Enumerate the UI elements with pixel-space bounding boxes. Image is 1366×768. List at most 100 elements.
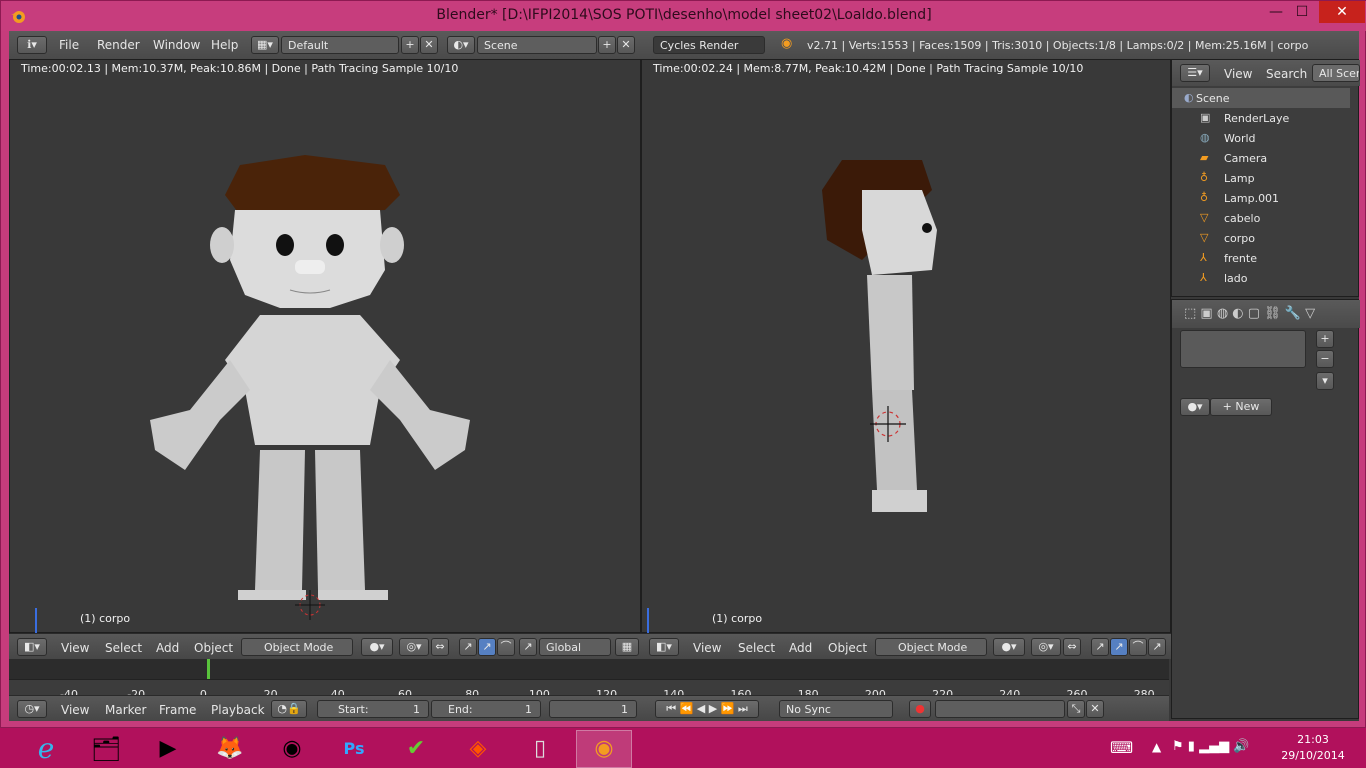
current-frame-field[interactable]: 1	[549, 700, 637, 718]
pivot-button-right[interactable]: ◎▾	[1031, 638, 1061, 656]
keyframe-insert-icon[interactable]: ⤡	[1067, 700, 1085, 718]
translate-icon-left[interactable]: ↗	[459, 638, 477, 656]
menu-object-left[interactable]: Object	[194, 641, 233, 655]
colorful-app-icon[interactable]: ◈	[454, 732, 502, 766]
record-icon[interactable]: ●	[909, 700, 931, 718]
keyframe-delete-icon[interactable]: ✕	[1086, 700, 1104, 718]
close-button[interactable]: ✕	[1319, 1, 1365, 23]
outliner-menu-search[interactable]: Search	[1266, 67, 1307, 81]
timeline-strip[interactable]	[9, 659, 1169, 679]
menu-view-timeline[interactable]: View	[61, 703, 89, 717]
menu-add-right[interactable]: Add	[789, 641, 812, 655]
manipulator-icon-right[interactable]: ⇔	[1063, 638, 1081, 656]
pivot-button-left[interactable]: ◎▾	[399, 638, 429, 656]
remove-slot-icon[interactable]: −	[1316, 350, 1334, 368]
info-editor-type-button[interactable]: ℹ▾	[17, 36, 47, 54]
menu-select-right[interactable]: Select	[738, 641, 775, 655]
keyboard-icon[interactable]: ⌨	[1110, 738, 1133, 757]
viewport-front[interactable]: Time:00:02.13 | Mem:10.37M, Peak:10.86M …	[9, 59, 641, 635]
outliner-item-corpo[interactable]: ▽ corpo	[1172, 228, 1350, 248]
add-slot-icon[interactable]: +	[1316, 330, 1334, 348]
layout-field[interactable]: Default	[281, 36, 399, 54]
slot-menu-icon[interactable]: ▾	[1316, 372, 1334, 390]
material-browse-icon[interactable]: ●▾	[1180, 398, 1210, 416]
outliner-item-lamp001[interactable]: ♁ Lamp.001	[1172, 188, 1350, 208]
menu-file[interactable]: File	[59, 38, 79, 52]
menu-frame[interactable]: Frame	[159, 703, 196, 717]
check-app-icon[interactable]: ✔	[392, 732, 440, 766]
menu-add-left[interactable]: Add	[156, 641, 179, 655]
editor-type-button-timeline[interactable]: ◷▾	[17, 700, 47, 718]
editor-type-button-right[interactable]: ◧▾	[649, 638, 679, 656]
properties-tabs-icons[interactable]: ⬚ ▣ ◍ ◐ ▢ ⛓ 🔧 ▽	[1184, 306, 1315, 321]
menu-select-left[interactable]: Select	[105, 641, 142, 655]
menu-marker[interactable]: Marker	[105, 703, 146, 717]
maximize-button[interactable]: ☐	[1287, 1, 1317, 23]
material-slot-list[interactable]	[1180, 330, 1306, 368]
end-frame-field[interactable]: End: 1	[431, 700, 541, 718]
outliner-editor-type-button[interactable]: ☰▾	[1180, 64, 1210, 82]
outliner-menu-view[interactable]: View	[1224, 67, 1252, 81]
ie-icon[interactable]: ℯ	[22, 732, 70, 766]
tray-icons[interactable]: ⚑ ▮ ▂▄▆ 🔊	[1172, 739, 1249, 754]
3d-cursor-icon[interactable]	[870, 406, 906, 442]
layers-icon-left[interactable]: ▦	[615, 638, 639, 656]
menu-playback[interactable]: Playback	[211, 703, 265, 717]
add-layout-icon[interactable]: +	[401, 36, 419, 54]
mode-select-left[interactable]: Object Mode	[241, 638, 353, 656]
translate-icon-right[interactable]: ↗	[1091, 638, 1109, 656]
outliner-item-scene[interactable]: ◐ Scene	[1172, 88, 1350, 108]
scene-icon[interactable]: ◐▾	[447, 36, 475, 54]
rotate-icon-right[interactable]: ↗	[1110, 638, 1128, 656]
outliner-filter-select[interactable]: All Scen	[1312, 64, 1360, 82]
photoshop-icon[interactable]: Ps	[330, 732, 378, 766]
outliner-item-lado[interactable]: ⅄ lado	[1172, 268, 1350, 284]
file-explorer-icon[interactable]: 🗂	[82, 732, 130, 766]
outliner-item-camera[interactable]: ▰ Camera	[1172, 148, 1350, 168]
mode-select-right[interactable]: Object Mode	[875, 638, 987, 656]
render-engine-select[interactable]: Cycles Render	[653, 36, 765, 54]
snap-icon-right[interactable]: ↗	[1148, 638, 1166, 656]
chrome-icon[interactable]: ◉	[268, 732, 316, 766]
menu-window[interactable]: Window	[153, 38, 200, 52]
tray-chevron-icon[interactable]: ▲	[1152, 740, 1161, 754]
scene-field[interactable]: Scene	[477, 36, 597, 54]
sync-select[interactable]: No Sync	[779, 700, 893, 718]
viewport-side[interactable]: Time:00:02.24 | Mem:8.77M, Peak:10.42M |…	[641, 59, 1171, 635]
scale-icon-left[interactable]: ⌒	[497, 638, 515, 656]
firefox-icon[interactable]: 🦊	[206, 732, 254, 766]
menu-object-right[interactable]: Object	[828, 641, 867, 655]
clock-time[interactable]: 21:03	[1268, 733, 1358, 746]
snap-icon-left[interactable]: ↗	[519, 638, 537, 656]
clock-date[interactable]: 29/10/2014	[1268, 749, 1358, 762]
start-frame-field[interactable]: Start: 1	[317, 700, 429, 718]
menu-render[interactable]: Render	[97, 38, 140, 52]
remove-scene-icon[interactable]: ✕	[617, 36, 635, 54]
remove-layout-icon[interactable]: ✕	[420, 36, 438, 54]
preview-range-icon[interactable]: ◔🔒	[271, 700, 307, 718]
scale-icon-right[interactable]: ⌒	[1129, 638, 1147, 656]
phone-app-icon[interactable]: ▯	[516, 732, 564, 766]
outliner-item-renderlayers[interactable]: ▣ RenderLaye	[1172, 108, 1350, 128]
menu-view-right[interactable]: View	[693, 641, 721, 655]
media-player-icon[interactable]: ▶	[144, 732, 192, 766]
layout-icon[interactable]: ▦▾	[251, 36, 279, 54]
outliner-item-lamp[interactable]: ♁ Lamp	[1172, 168, 1350, 188]
outliner-item-world[interactable]: ◍ World	[1172, 128, 1350, 148]
3d-cursor-icon[interactable]	[295, 590, 325, 620]
orientation-select-left[interactable]: Global	[539, 638, 611, 656]
blender-taskbar-icon[interactable]: ◉	[576, 730, 632, 768]
outliner-item-frente[interactable]: ⅄ frente	[1172, 248, 1350, 268]
playback-controls[interactable]: ⏮ ⏪ ◀ ▶ ⏩ ⏭	[655, 700, 759, 718]
add-scene-icon[interactable]: +	[598, 36, 616, 54]
rotate-icon-left[interactable]: ↗	[478, 638, 496, 656]
shading-button-left[interactable]: ●▾	[361, 638, 393, 656]
manipulator-icon-left[interactable]: ⇔	[431, 638, 449, 656]
menu-help[interactable]: Help	[211, 38, 238, 52]
current-frame-marker[interactable]	[207, 659, 210, 679]
menu-view-left[interactable]: View	[61, 641, 89, 655]
new-material-button[interactable]: + New	[1210, 398, 1272, 416]
outliner-item-cabelo[interactable]: ▽ cabelo	[1172, 208, 1350, 228]
outliner-list[interactable]: ◐ Scene ▣ RenderLaye ◍ World ▰ Camera ♁ Lamp …	[1172, 88, 1360, 284]
keying-set-field[interactable]	[935, 700, 1065, 718]
